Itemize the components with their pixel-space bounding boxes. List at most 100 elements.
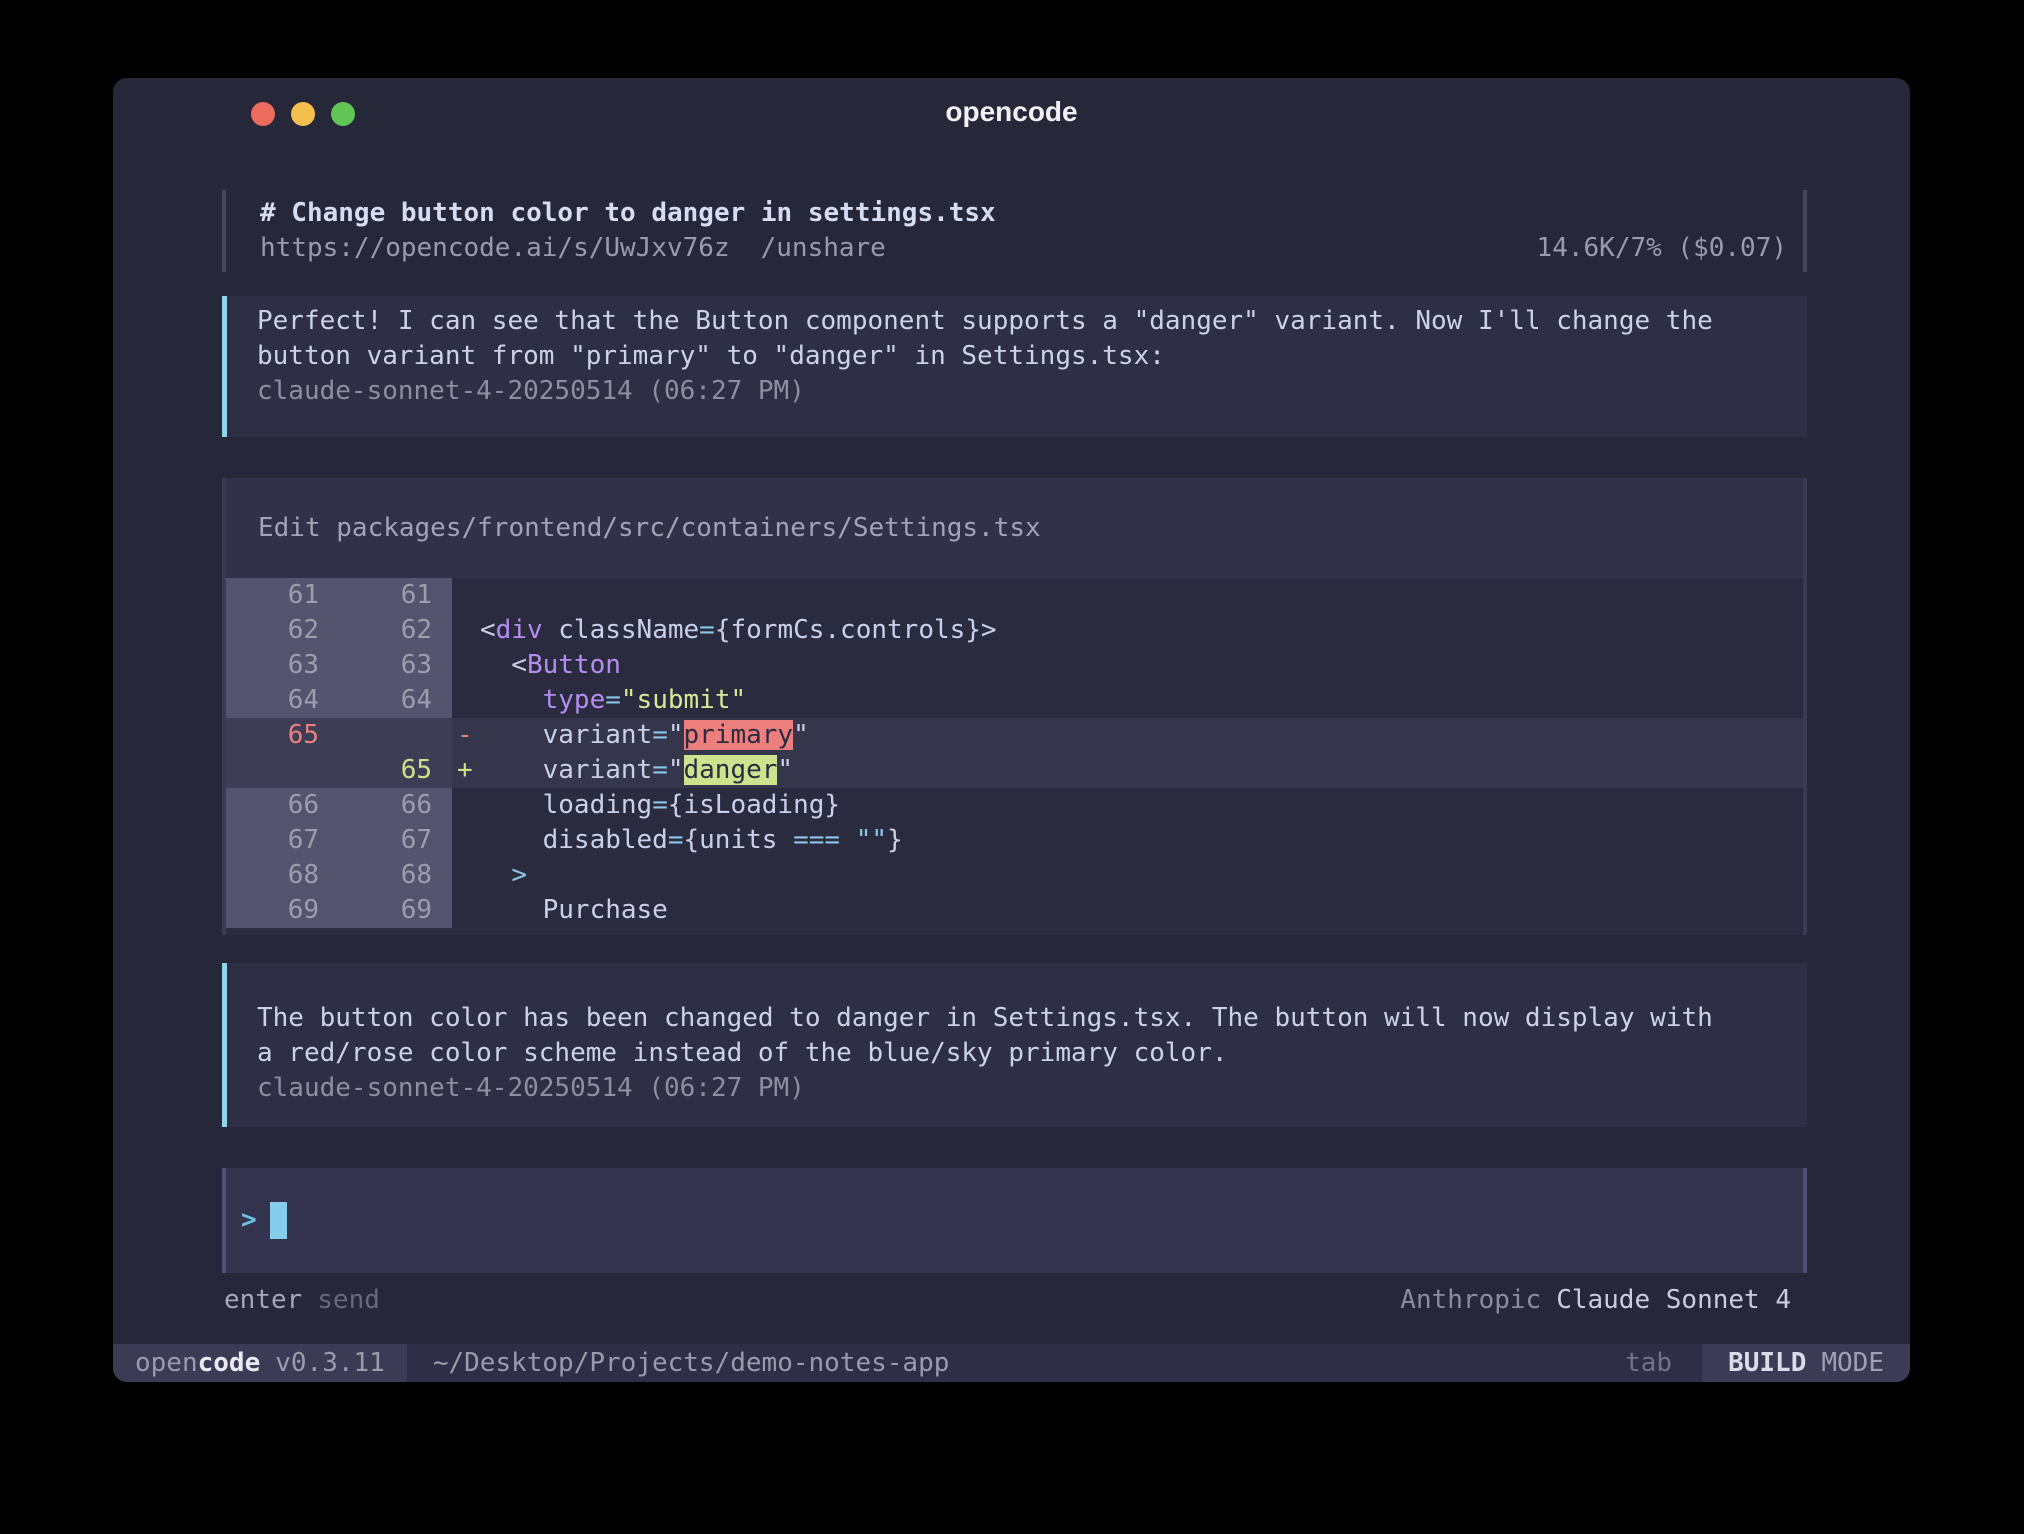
code-token: = [668, 825, 684, 855]
hints-row: entersend AnthropicClaude Sonnet 4 [222, 1283, 1807, 1318]
unshare-command[interactable]: /unshare [761, 233, 886, 263]
code-token: = [652, 790, 668, 820]
code-token: "submit" [621, 685, 746, 715]
prompt-symbol: > [241, 1203, 257, 1238]
message-text-line: The button color has been changed to dan… [257, 1001, 1807, 1036]
diff-rows: 61616262<div className={formCs.controls}… [226, 578, 1803, 928]
diff-change-marker [452, 683, 480, 718]
code-token [840, 825, 856, 855]
code-token: Purchase [480, 895, 668, 925]
code-token: className [543, 615, 700, 645]
share-url[interactable]: https://opencode.ai/s/UwJxv76z [260, 233, 730, 263]
diff-code-line: Purchase [480, 893, 1803, 928]
build-mode-chip[interactable]: BUILDMODE [1702, 1344, 1910, 1382]
diff-gutter-old-line-number: 69 [226, 893, 339, 928]
diff-gutter-old-line-number: 62 [226, 613, 339, 648]
code-token: " [777, 755, 793, 785]
session-header: # Change button color to danger in setti… [222, 190, 1807, 272]
diff-code-line: variant="primary" [480, 718, 1803, 753]
diff-row: 6868 > [226, 858, 1803, 893]
message-text-line: Perfect! I can see that the Button compo… [257, 304, 1807, 339]
app-name-code: code [198, 1348, 261, 1378]
code-token: = [699, 615, 715, 645]
code-token: } [887, 825, 903, 855]
assistant-message: The button color has been changed to dan… [222, 963, 1807, 1127]
diff-code-line: variant="danger" [480, 753, 1803, 788]
diff-change-marker [452, 578, 480, 613]
opencode-window: opencode # Change button color to danger… [113, 78, 1910, 1382]
diff-gutter-new-line-number: 66 [339, 788, 452, 823]
diff-gutter-old-line-number: 61 [226, 578, 339, 613]
diff-row: 65 - variant="primary" [226, 718, 1803, 753]
edit-file-header: Edit packages/frontend/src/containers/Se… [226, 478, 1803, 578]
message-model-meta: claude-sonnet-4-20250514 (06:27 PM) [257, 1071, 1807, 1106]
diff-row: 6767 disabled={units === ""} [226, 823, 1803, 858]
diff-gutter-new-line-number: 62 [339, 613, 452, 648]
code-token: === [793, 825, 840, 855]
window-title: opencode [113, 96, 1910, 128]
code-token: loading [480, 790, 652, 820]
diff-gutter-new-line-number [339, 718, 452, 753]
title-bar: opencode [113, 78, 1910, 138]
tab-hint[interactable]: tab [1625, 1344, 1672, 1382]
code-token: "" [856, 825, 887, 855]
code-token: variant [480, 755, 652, 785]
diff-code-line: <div className={formCs.controls}> [480, 613, 1803, 648]
code-token: danger [684, 755, 778, 785]
model-name: Claude Sonnet 4 [1556, 1285, 1791, 1315]
app-version: v0.3.11 [275, 1348, 385, 1378]
code-token: {units [684, 825, 794, 855]
diff-change-marker [452, 788, 480, 823]
code-token: " [668, 720, 684, 750]
code-token: div [496, 615, 543, 645]
code-token: type [543, 685, 606, 715]
diff-gutter-new-line-number: 69 [339, 893, 452, 928]
diff-row: 6363 <Button [226, 648, 1803, 683]
code-token [480, 685, 543, 715]
text-cursor [270, 1202, 287, 1239]
diff-change-marker: - [452, 718, 480, 753]
message-text-line: a red/rose color scheme instead of the b… [257, 1036, 1807, 1071]
app-name-open: open [135, 1348, 198, 1378]
code-token: < [480, 650, 527, 680]
code-token: " [793, 720, 809, 750]
prompt-input[interactable]: > [222, 1168, 1807, 1273]
diff-gutter-new-line-number: 67 [339, 823, 452, 858]
message-model-meta: claude-sonnet-4-20250514 (06:27 PM) [257, 374, 1807, 409]
code-token [480, 860, 511, 890]
session-title: # Change button color to danger in setti… [226, 196, 1803, 231]
diff-row: 6666 loading={isLoading} [226, 788, 1803, 823]
code-token: = [652, 755, 668, 785]
diff-change-marker [452, 823, 480, 858]
diff-gutter-old-line-number: 63 [226, 648, 339, 683]
diff-change-marker: + [452, 753, 480, 788]
session-meta-row: https://opencode.ai/s/UwJxv76z/unshare 1… [226, 231, 1803, 266]
diff-code-line [480, 578, 1803, 613]
diff-row: 6161 [226, 578, 1803, 613]
share-links: https://opencode.ai/s/UwJxv76z/unshare [260, 231, 886, 266]
code-token: primary [684, 720, 794, 750]
diff-gutter-new-line-number: 68 [339, 858, 452, 893]
diff-gutter-new-line-number: 64 [339, 683, 452, 718]
diff-change-marker [452, 858, 480, 893]
assistant-message: Perfect! I can see that the Button compo… [222, 296, 1807, 437]
code-token: = [652, 720, 668, 750]
diff-gutter-old-line-number: 64 [226, 683, 339, 718]
working-directory: ~/Desktop/Projects/demo-notes-app [433, 1344, 950, 1382]
app-version-chip: opencode v0.3.11 [113, 1344, 407, 1382]
diff-gutter-old-line-number [226, 753, 339, 788]
keybind-hint: entersend [224, 1283, 380, 1318]
diff-gutter-old-line-number: 67 [226, 823, 339, 858]
diff-gutter-old-line-number: 68 [226, 858, 339, 893]
diff-code-line: disabled={units === ""} [480, 823, 1803, 858]
diff-gutter-old-line-number: 65 [226, 718, 339, 753]
code-token: Button [527, 650, 621, 680]
message-text-line: button variant from "primary" to "danger… [257, 339, 1807, 374]
status-bar: opencode v0.3.11 ~/Desktop/Projects/demo-… [113, 1344, 1910, 1382]
diff-change-marker [452, 893, 480, 928]
code-token: {formCs.controls}> [715, 615, 997, 645]
diff-change-marker [452, 648, 480, 683]
diff-code-line: > [480, 858, 1803, 893]
diff-code-line: <Button [480, 648, 1803, 683]
model-indicator: AnthropicClaude Sonnet 4 [1400, 1283, 1791, 1318]
